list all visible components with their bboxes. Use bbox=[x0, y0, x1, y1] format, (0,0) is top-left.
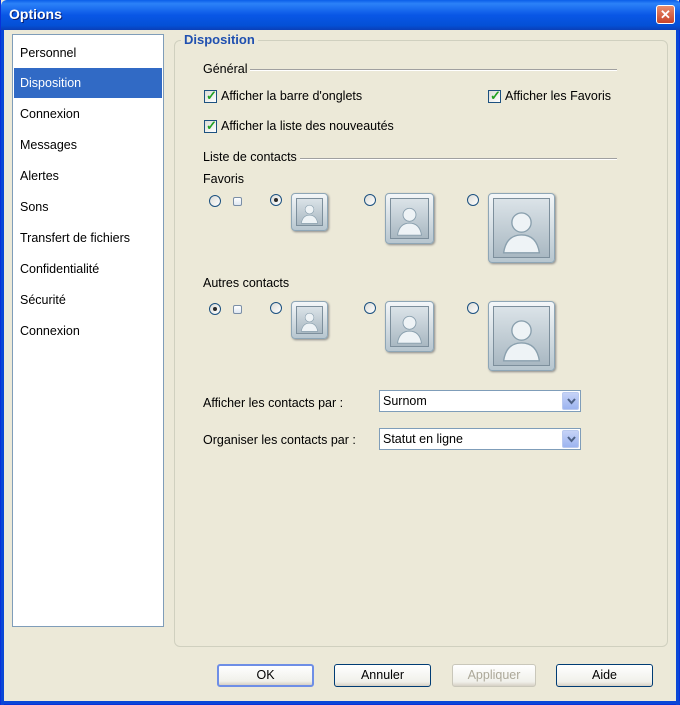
category-list: Personnel Disposition Connexion Messages… bbox=[12, 34, 164, 627]
favorites-label: Favoris bbox=[203, 172, 244, 186]
others-size-large-radio[interactable] bbox=[467, 302, 479, 314]
display-by-label: Afficher les contacts par : bbox=[203, 396, 344, 410]
ok-button[interactable]: OK bbox=[217, 664, 314, 687]
nav-item-confidentialite[interactable]: Confidentialité bbox=[14, 254, 162, 284]
user-avatar-icon bbox=[385, 193, 434, 244]
nav-item-connexion-2[interactable]: Connexion bbox=[14, 316, 162, 346]
title-bar[interactable]: Options ✕ bbox=[1, 0, 680, 30]
general-section-label: Général bbox=[203, 62, 251, 76]
window-border-bottom bbox=[1, 701, 680, 704]
display-by-value: Surnom bbox=[383, 394, 427, 408]
show-news-checkbox[interactable]: ✓ bbox=[204, 118, 217, 133]
show-tabs-label: Afficher la barre d'onglets bbox=[221, 89, 363, 103]
contacts-section-label: Liste de contacts bbox=[203, 150, 300, 164]
show-tabs-checkbox[interactable]: ✓ bbox=[204, 88, 217, 103]
nav-item-transfert-fichiers[interactable]: Transfert de fichiers bbox=[14, 223, 162, 253]
others-size-none-radio[interactable] bbox=[209, 303, 221, 315]
others-size-small-radio[interactable] bbox=[270, 302, 282, 314]
favorites-no-avatar-icon bbox=[233, 197, 242, 206]
general-separator bbox=[246, 69, 617, 71]
favorites-size-small-radio[interactable] bbox=[270, 194, 282, 206]
favorites-size-medium-radio[interactable] bbox=[364, 194, 376, 206]
others-size-medium-radio[interactable] bbox=[364, 302, 376, 314]
user-avatar-icon bbox=[488, 193, 555, 263]
show-favorites-checkbox[interactable]: ✓ bbox=[488, 88, 501, 103]
favorites-size-large-radio[interactable] bbox=[467, 194, 479, 206]
nav-item-securite[interactable]: Sécurité bbox=[14, 285, 162, 315]
chevron-down-icon[interactable] bbox=[562, 430, 579, 448]
chevron-down-icon[interactable] bbox=[562, 392, 579, 410]
window-border-right bbox=[676, 30, 679, 705]
other-contacts-label: Autres contacts bbox=[203, 276, 290, 290]
cancel-button[interactable]: Annuler bbox=[334, 664, 431, 687]
show-favorites-label: Afficher les Favoris bbox=[505, 89, 612, 103]
nav-item-disposition[interactable]: Disposition bbox=[14, 68, 162, 98]
others-no-avatar-icon bbox=[233, 305, 242, 314]
help-button[interactable]: Aide bbox=[556, 664, 653, 687]
nav-item-sons[interactable]: Sons bbox=[14, 192, 162, 222]
organize-by-value: Statut en ligne bbox=[383, 432, 463, 446]
organize-by-select[interactable]: Statut en ligne bbox=[379, 428, 581, 450]
window-title: Options bbox=[9, 6, 62, 22]
apply-button[interactable]: Appliquer bbox=[452, 664, 536, 687]
user-avatar-icon bbox=[488, 301, 555, 371]
display-by-select[interactable]: Surnom bbox=[379, 390, 581, 412]
nav-item-alertes[interactable]: Alertes bbox=[14, 161, 162, 191]
user-avatar-icon bbox=[291, 301, 328, 339]
nav-item-connexion[interactable]: Connexion bbox=[14, 99, 162, 129]
user-avatar-icon bbox=[291, 193, 328, 231]
window-border-left bbox=[1, 30, 4, 705]
nav-item-personnel[interactable]: Personnel bbox=[14, 38, 162, 68]
show-news-label: Afficher la liste des nouveautés bbox=[221, 119, 394, 133]
close-icon[interactable]: ✕ bbox=[656, 5, 675, 24]
organize-by-label: Organiser les contacts par : bbox=[203, 433, 356, 447]
panel-title: Disposition bbox=[181, 32, 258, 47]
options-window: Options ✕ Personnel Disposition Connexio… bbox=[0, 0, 680, 705]
favorites-size-none-radio[interactable] bbox=[209, 195, 221, 207]
nav-item-messages[interactable]: Messages bbox=[14, 130, 162, 160]
contacts-separator bbox=[298, 158, 617, 160]
user-avatar-icon bbox=[385, 301, 434, 352]
